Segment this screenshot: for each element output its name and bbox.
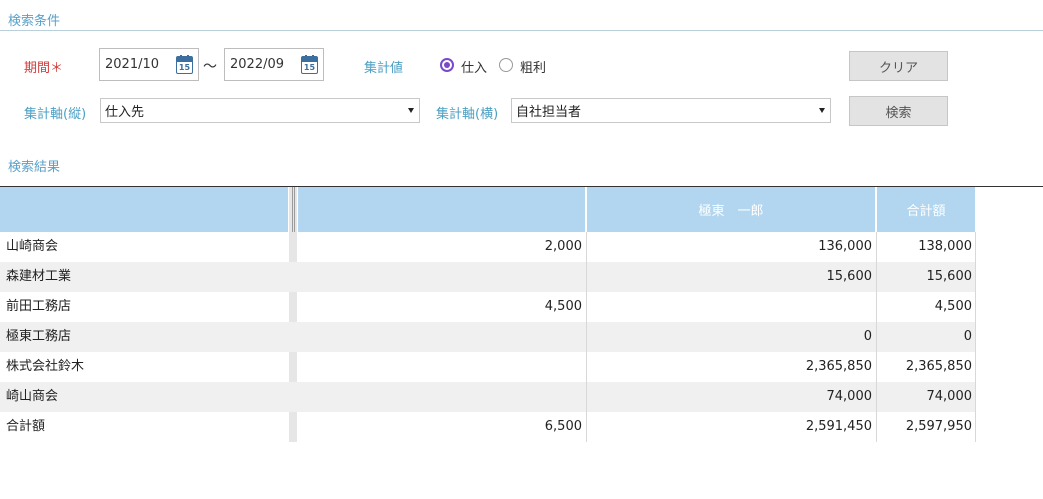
search-results-title: 検索結果 [8, 160, 61, 175]
column-header-total: 合計額 [877, 187, 975, 232]
search-button[interactable]: 検索 [849, 96, 948, 126]
radio-gross-profit[interactable] [499, 58, 513, 72]
table-row-total: 合計額 6,500 2,591,450 2,597,950 [6, 419, 972, 434]
radio-gross-profit-label[interactable]: 粗利 [520, 57, 546, 76]
chevron-down-icon [819, 108, 825, 113]
column-header-1 [298, 187, 585, 232]
horizontal-axis-select[interactable]: 自社担当者 [511, 98, 831, 123]
date-to-input[interactable]: 2022/09 15 [224, 48, 324, 81]
table-row: 山崎商会 2,000 136,000 138,000 [6, 239, 972, 254]
vertical-axis-select[interactable]: 仕入先 [100, 98, 420, 123]
search-conditions-divider [0, 30, 1043, 31]
table-row: 森建材工業 15,600 15,600 [0, 262, 976, 292]
table-row: 崎山商会 74,000 74,000 [0, 382, 976, 412]
column-header-name [0, 187, 288, 232]
date-from-input[interactable]: 2021/10 15 [99, 48, 199, 81]
date-to-value: 2022/09 [230, 57, 285, 72]
column-header-employee: 極東 一郎 [587, 187, 875, 232]
grid-line [975, 232, 976, 442]
clear-button[interactable]: クリア [849, 51, 948, 81]
table-row: 株式会社鈴木 2,365,850 2,365,850 [6, 359, 972, 374]
search-conditions-title: 検索条件 [8, 14, 61, 29]
table-row: 極東工務店 0 0 [0, 322, 976, 352]
chevron-down-icon [408, 108, 414, 113]
period-label: 期間＊ [24, 61, 64, 76]
date-from-value: 2021/10 [105, 57, 160, 72]
grid-line [876, 232, 877, 442]
horizontal-axis-value: 自社担当者 [516, 105, 582, 120]
date-range-separator: ～ [203, 59, 217, 75]
vertical-axis-value: 仕入先 [105, 105, 145, 120]
horizontal-axis-label: 集計軸(横) [436, 107, 499, 122]
radio-purchase[interactable] [440, 58, 454, 72]
calendar-icon[interactable]: 15 [301, 55, 318, 74]
required-mark: ＊ [50, 61, 64, 76]
table-row: 前田工務店 4,500 4,500 [6, 299, 972, 314]
calendar-icon[interactable]: 15 [176, 55, 193, 74]
radio-purchase-label[interactable]: 仕入 [461, 57, 487, 76]
aggregate-value-label: 集計値 [364, 61, 404, 76]
grid-line [586, 232, 587, 442]
vertical-axis-label: 集計軸(縦) [24, 107, 87, 122]
